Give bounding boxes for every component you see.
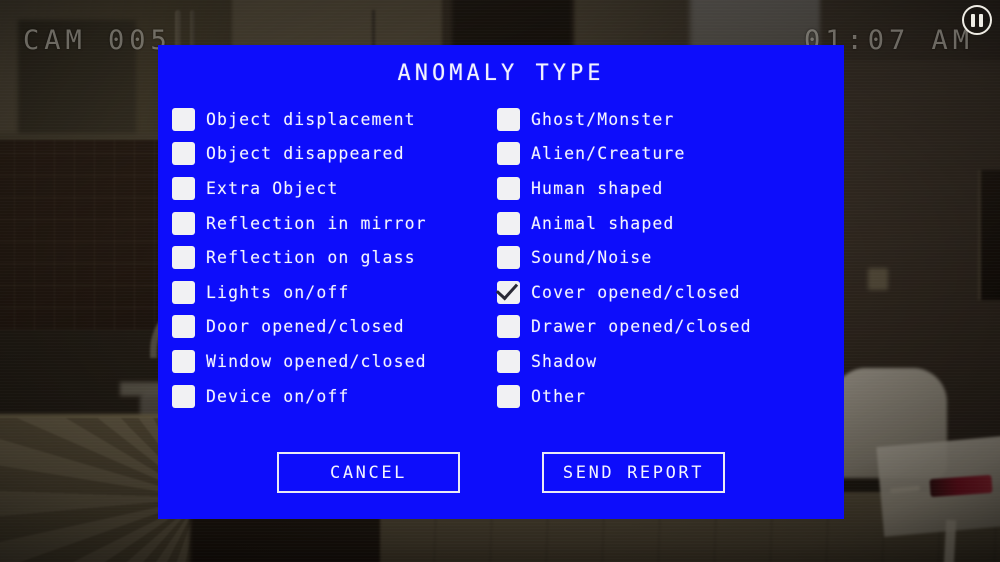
anomaly-option-row[interactable]: Cover opened/closed	[497, 275, 844, 310]
checkbox-unchecked[interactable]	[172, 176, 195, 200]
anomaly-option-row[interactable]: Lights on/off	[172, 275, 497, 310]
checkbox-unchecked[interactable]	[172, 349, 195, 373]
anomaly-option-row[interactable]: Door opened/closed	[172, 310, 497, 345]
anomaly-option-row[interactable]: Animal shaped	[497, 206, 844, 241]
checkbox-unchecked[interactable]	[172, 211, 195, 235]
pause-bar-left	[971, 13, 976, 27]
send-report-button[interactable]: SEND REPORT	[542, 452, 725, 493]
checkbox-unchecked[interactable]	[497, 384, 520, 408]
checkbox-unchecked[interactable]	[497, 142, 520, 166]
anomaly-option-row[interactable]: Device on/off	[172, 379, 497, 414]
pause-icon[interactable]	[962, 5, 992, 35]
anomaly-option-label: Alien/Creature	[531, 144, 686, 164]
anomaly-option-row[interactable]: Object disappeared	[172, 137, 497, 172]
cancel-button[interactable]: CANCEL	[277, 452, 460, 493]
anomaly-option-label: Drawer opened/closed	[531, 317, 752, 337]
checkbox-unchecked[interactable]	[172, 384, 195, 408]
table-leg	[943, 519, 957, 562]
anomaly-column-left: Object displacement Object disappeared Ext…	[172, 102, 497, 413]
anomaly-option-label: Object disappeared	[206, 144, 405, 164]
anomaly-option-row[interactable]: Window opened/closed	[172, 344, 497, 379]
anomaly-column-right: Ghost/Monster Alien/Creature Human shaped A…	[497, 102, 844, 413]
checkbox-unchecked[interactable]	[497, 349, 520, 373]
anomaly-option-label: Window opened/closed	[206, 351, 427, 371]
anomaly-option-label: Extra Object	[206, 178, 339, 198]
anomaly-option-label: Reflection in mirror	[206, 213, 427, 233]
anomaly-option-row[interactable]: Extra Object	[172, 171, 497, 206]
anomaly-option-label: Cover opened/closed	[531, 282, 741, 302]
checkbox-unchecked[interactable]	[497, 176, 520, 200]
checkbox-unchecked[interactable]	[172, 315, 195, 339]
anomaly-option-row[interactable]: Human shaped	[497, 171, 844, 206]
checkbox-checked[interactable]	[497, 280, 520, 304]
anomaly-option-row[interactable]: Other	[497, 379, 844, 414]
game-screen: CAM 005 01:07 AM ANOMALY TYPE Object dis…	[0, 0, 1000, 562]
anomaly-option-label: Device on/off	[206, 386, 350, 406]
checkbox-unchecked[interactable]	[172, 246, 195, 270]
checkbox-unchecked[interactable]	[172, 142, 195, 166]
checkbox-unchecked[interactable]	[497, 315, 520, 339]
checkbox-unchecked[interactable]	[497, 211, 520, 235]
anomaly-option-label: Reflection on glass	[206, 248, 416, 268]
dialog-title: ANOMALY TYPE	[397, 61, 605, 86]
anomaly-option-label: Animal shaped	[531, 213, 675, 233]
checkbox-unchecked[interactable]	[172, 107, 195, 131]
checkbox-unchecked[interactable]	[497, 107, 520, 131]
checkbox-unchecked[interactable]	[497, 246, 520, 270]
camera-label: CAM 005	[23, 25, 172, 56]
anomaly-option-label: Other	[531, 386, 587, 406]
anomaly-checkbox-grid: Object displacement Object disappeared Ext…	[158, 102, 844, 413]
light-switch	[868, 268, 888, 290]
anomaly-option-row[interactable]: Alien/Creature	[497, 137, 844, 172]
anomaly-option-label: Door opened/closed	[206, 317, 405, 337]
anomaly-option-row[interactable]: Object displacement	[172, 102, 497, 137]
anomaly-option-label: Object displacement	[206, 109, 416, 129]
anomaly-option-label: Human shaped	[531, 178, 664, 198]
anomaly-option-row[interactable]: Reflection in mirror	[172, 206, 497, 241]
anomaly-option-row[interactable]: Shadow	[497, 344, 844, 379]
anomaly-option-row[interactable]: Ghost/Monster	[497, 102, 844, 137]
anomaly-option-label: Lights on/off	[206, 282, 350, 302]
anomaly-option-row[interactable]: Reflection on glass	[172, 240, 497, 275]
pause-bar-right	[978, 13, 983, 27]
anomaly-option-label: Shadow	[531, 351, 598, 371]
anomaly-option-row[interactable]: Drawer opened/closed	[497, 310, 844, 345]
dialog-actions: CANCEL SEND REPORT	[158, 452, 844, 493]
framed-picture	[978, 170, 1000, 300]
checkbox-unchecked[interactable]	[172, 280, 195, 304]
anomaly-option-label: Sound/Noise	[531, 248, 653, 268]
anomaly-option-row[interactable]: Sound/Noise	[497, 240, 844, 275]
anomaly-option-label: Ghost/Monster	[531, 109, 675, 129]
anomaly-type-dialog: ANOMALY TYPE Object displacement Object d…	[158, 45, 844, 519]
